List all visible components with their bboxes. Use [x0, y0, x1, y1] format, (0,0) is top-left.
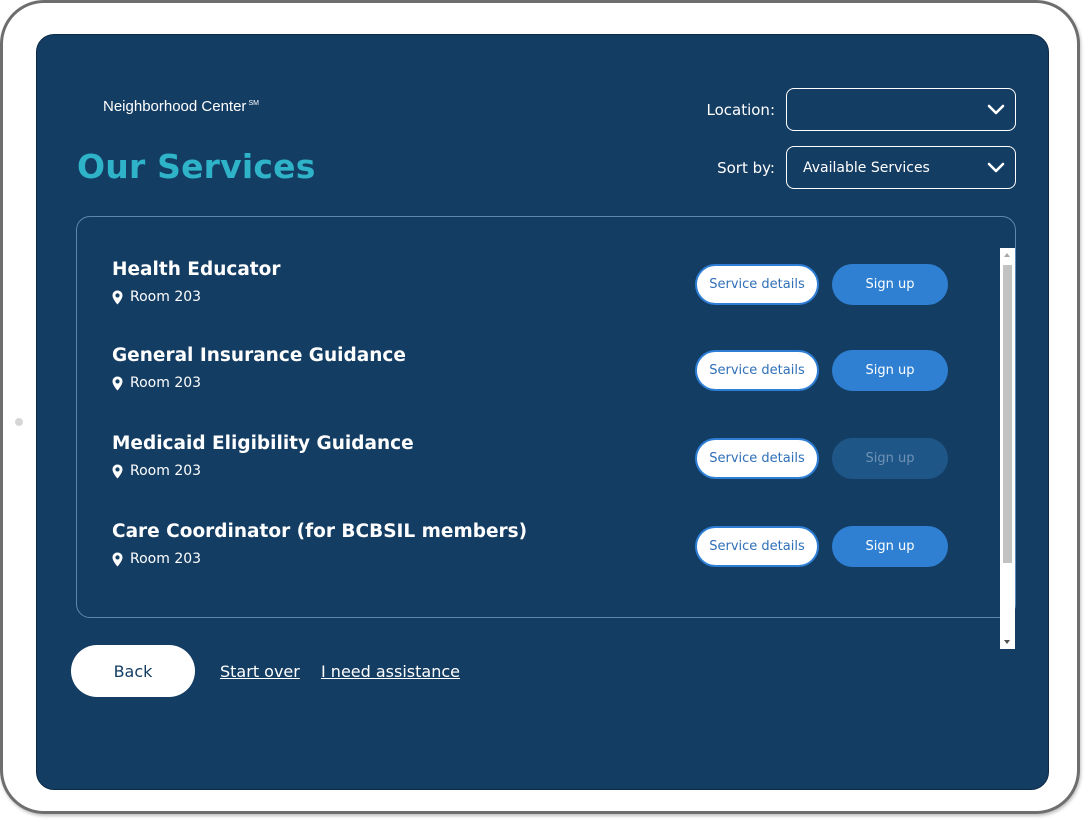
map-pin-icon — [112, 376, 123, 391]
location-label: Location: — [706, 100, 776, 119]
service-item: Care Coordinator (for BCBSIL members) Ro… — [112, 521, 952, 581]
sort-value: Available Services — [803, 159, 930, 176]
location-filter: Location: — [706, 88, 1016, 131]
map-pin-icon — [112, 290, 123, 305]
service-details-button[interactable]: Service details — [695, 264, 819, 305]
service-name: Medicaid Eligibility Guidance — [112, 433, 414, 454]
service-name: Care Coordinator (for BCBSIL members) — [112, 521, 528, 542]
service-location: Room 203 — [112, 551, 201, 567]
room-label: Room 203 — [130, 463, 202, 479]
service-details-button[interactable]: Service details — [695, 438, 819, 479]
location-select[interactable] — [786, 88, 1016, 131]
room-label: Room 203 — [130, 289, 202, 305]
sort-select[interactable]: Available Services — [786, 146, 1016, 189]
scroll-up-arrow-icon[interactable] — [1004, 253, 1010, 257]
chevron-down-icon — [987, 104, 1005, 116]
services-list: Health Educator Room 203 Service details… — [76, 216, 1016, 618]
page-title: Our Services — [77, 147, 316, 186]
service-item: Health Educator Room 203 Service details… — [112, 259, 952, 319]
service-location: Room 203 — [112, 289, 201, 305]
service-item: Medicaid Eligibility Guidance Room 203 S… — [112, 433, 952, 493]
map-pin-icon — [112, 464, 123, 479]
sign-up-button[interactable]: Sign up — [832, 264, 948, 305]
sign-up-button[interactable]: Sign up — [832, 350, 948, 391]
room-label: Room 203 — [130, 375, 202, 391]
brand-name: Neighborhood Center — [103, 98, 247, 115]
service-name: Health Educator — [112, 259, 281, 280]
back-button[interactable]: Back — [71, 645, 195, 697]
service-item: General Insurance Guidance Room 203 Serv… — [112, 345, 952, 405]
need-assistance-link[interactable]: I need assistance — [321, 662, 460, 681]
start-over-link[interactable]: Start over — [220, 662, 300, 681]
app-screen: Neighborhood Center SM Our Services Locat… — [36, 34, 1049, 790]
sign-up-button[interactable]: Sign up — [832, 526, 948, 567]
map-pin-icon — [112, 552, 123, 567]
brand-logo: Neighborhood Center SM — [103, 98, 259, 115]
service-mark: SM — [248, 100, 259, 107]
service-location: Room 203 — [112, 463, 201, 479]
sort-filter: Sort by: Available Services — [717, 146, 1016, 189]
tablet-frame: Neighborhood Center SM Our Services Locat… — [0, 0, 1080, 814]
chevron-down-icon — [987, 162, 1005, 174]
sort-label: Sort by: — [717, 158, 775, 177]
service-details-button[interactable]: Service details — [695, 526, 819, 567]
service-details-button[interactable]: Service details — [695, 350, 819, 391]
service-location: Room 203 — [112, 375, 201, 391]
scroll-thumb[interactable] — [1003, 265, 1012, 563]
scroll-down-arrow-icon[interactable] — [1004, 640, 1010, 644]
home-indicator — [15, 418, 23, 426]
room-label: Room 203 — [130, 551, 202, 567]
scrollbar[interactable] — [1000, 248, 1015, 649]
sign-up-button-disabled: Sign up — [832, 438, 948, 479]
service-name: General Insurance Guidance — [112, 345, 406, 366]
